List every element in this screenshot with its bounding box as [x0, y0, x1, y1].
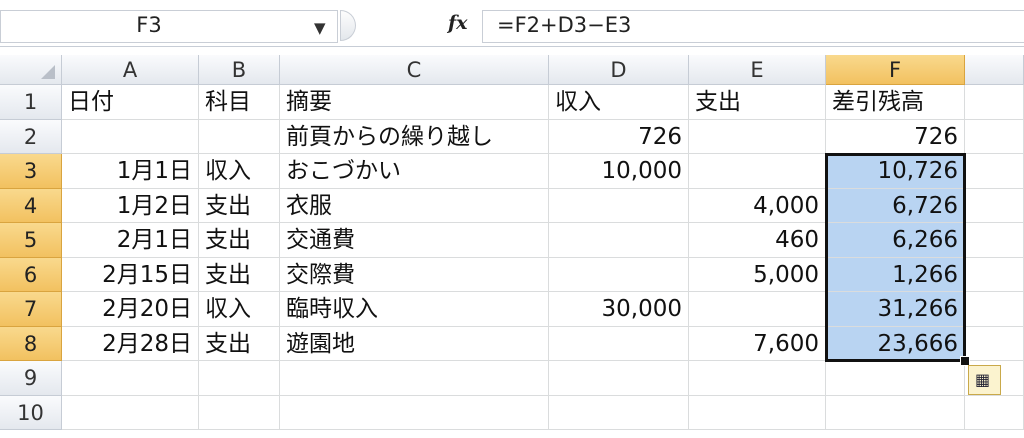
column-header-b[interactable]: B	[199, 55, 280, 85]
cell-c6[interactable]: 交際費	[280, 257, 549, 292]
cell-a1[interactable]: 日付	[62, 85, 199, 120]
cell-f4[interactable]: 6,726	[826, 188, 965, 223]
row-header-2[interactable]: 2	[0, 119, 62, 154]
cell-g6[interactable]	[965, 257, 1024, 292]
cell-f5[interactable]: 6,266	[826, 223, 965, 258]
select-all-triangle-icon	[41, 65, 55, 79]
cell-f1[interactable]: 差引残高	[826, 85, 965, 120]
cell-f9[interactable]	[826, 361, 965, 396]
cell-f7[interactable]: 31,266	[826, 292, 965, 327]
cell-b10[interactable]	[199, 395, 280, 430]
cell-c2[interactable]: 前頁からの繰り越し	[280, 119, 549, 154]
column-header-d[interactable]: D	[549, 55, 689, 85]
cell-d5[interactable]	[549, 223, 689, 258]
cell-a2[interactable]	[62, 119, 199, 154]
column-header-c[interactable]: C	[280, 55, 549, 85]
cell-e4[interactable]: 4,000	[689, 188, 826, 223]
row-header-8[interactable]: 8	[0, 326, 62, 361]
cell-d2[interactable]: 726	[549, 119, 689, 154]
cell-g2[interactable]	[965, 119, 1024, 154]
cell-b1[interactable]: 科目	[199, 85, 280, 120]
row-header-9[interactable]: 9	[0, 361, 62, 396]
formula-text: =F2+D3−E3	[497, 13, 632, 37]
cell-e10[interactable]	[689, 395, 826, 430]
cell-b3[interactable]: 収入	[199, 154, 280, 189]
cell-a5[interactable]: 2月1日	[62, 223, 199, 258]
cell-e2[interactable]	[689, 119, 826, 154]
row-header-1[interactable]: 1	[0, 85, 62, 120]
cell-e6[interactable]: 5,000	[689, 257, 826, 292]
cell-d7[interactable]: 30,000	[549, 292, 689, 327]
cell-d1[interactable]: 収入	[549, 85, 689, 120]
row-header-5[interactable]: 5	[0, 223, 62, 258]
cell-d3[interactable]: 10,000	[549, 154, 689, 189]
cell-f8[interactable]: 23,666	[826, 326, 965, 361]
cell-e9[interactable]	[689, 361, 826, 396]
column-header-next[interactable]	[965, 55, 1024, 85]
cell-e7[interactable]	[689, 292, 826, 327]
cell-c10[interactable]	[280, 395, 549, 430]
cell-c8[interactable]: 遊園地	[280, 326, 549, 361]
column-header-a[interactable]: A	[62, 55, 199, 85]
cell-e5[interactable]: 460	[689, 223, 826, 258]
row-header-4[interactable]: 4	[0, 188, 62, 223]
cell-a7[interactable]: 2月20日	[62, 292, 199, 327]
cell-g3[interactable]	[965, 154, 1024, 189]
cell-g5[interactable]	[965, 223, 1024, 258]
cell-g7[interactable]	[965, 292, 1024, 327]
cell-b6[interactable]: 支出	[199, 257, 280, 292]
name-box[interactable]: F3 ▼	[0, 10, 338, 43]
select-all-corner[interactable]	[0, 55, 62, 85]
cell-g1[interactable]	[965, 85, 1024, 120]
cell-d4[interactable]	[549, 188, 689, 223]
splitter-handle[interactable]	[340, 10, 356, 41]
cell-c7[interactable]: 臨時収入	[280, 292, 549, 327]
cell-d10[interactable]	[549, 395, 689, 430]
formula-bar: F3 ▼ fx =F2+D3−E3	[0, 0, 1024, 47]
chevron-down-icon[interactable]: ▼	[314, 19, 326, 37]
cell-a9[interactable]	[62, 361, 199, 396]
row-header-10[interactable]: 10	[0, 395, 62, 430]
cell-d8[interactable]	[549, 326, 689, 361]
cell-f6[interactable]: 1,266	[826, 257, 965, 292]
row-header-6[interactable]: 6	[0, 257, 62, 292]
column-header-f[interactable]: F	[826, 55, 965, 85]
cell-c1[interactable]: 摘要	[280, 85, 549, 120]
cell-b2[interactable]	[199, 119, 280, 154]
cell-a10[interactable]	[62, 395, 199, 430]
quick-analysis-icon: ▦	[975, 370, 991, 389]
cell-a4[interactable]: 1月2日	[62, 188, 199, 223]
cell-d9[interactable]	[549, 361, 689, 396]
cell-c9[interactable]	[280, 361, 549, 396]
cell-a8[interactable]: 2月28日	[62, 326, 199, 361]
column-header-e[interactable]: E	[689, 55, 826, 85]
cell-c5[interactable]: 交通費	[280, 223, 549, 258]
row-header-7[interactable]: 7	[0, 292, 62, 327]
formula-input[interactable]: =F2+D3−E3	[482, 10, 1024, 43]
cell-e3[interactable]	[689, 154, 826, 189]
cell-d6[interactable]	[549, 257, 689, 292]
cell-b8[interactable]: 支出	[199, 326, 280, 361]
cell-a6[interactable]: 2月15日	[62, 257, 199, 292]
cell-f2[interactable]: 726	[826, 119, 965, 154]
cell-f10[interactable]	[826, 395, 965, 430]
cell-e1[interactable]: 支出	[689, 85, 826, 120]
cell-b9[interactable]	[199, 361, 280, 396]
cell-g8[interactable]	[965, 326, 1024, 361]
cell-g4[interactable]	[965, 188, 1024, 223]
cell-g10[interactable]	[965, 395, 1024, 430]
cell-a3[interactable]: 1月1日	[62, 154, 199, 189]
cell-b4[interactable]: 支出	[199, 188, 280, 223]
cell-e8[interactable]: 7,600	[689, 326, 826, 361]
quick-analysis-button[interactable]: ▦	[968, 365, 1001, 395]
row-header-3[interactable]: 3	[0, 154, 62, 189]
cell-f3[interactable]: 10,726	[826, 154, 965, 189]
cell-b5[interactable]: 支出	[199, 223, 280, 258]
insert-function-button[interactable]: fx	[448, 12, 468, 34]
name-box-value: F3	[136, 13, 162, 37]
cell-c4[interactable]: 衣服	[280, 188, 549, 223]
cell-b7[interactable]: 収入	[199, 292, 280, 327]
cell-c3[interactable]: おこづかい	[280, 154, 549, 189]
